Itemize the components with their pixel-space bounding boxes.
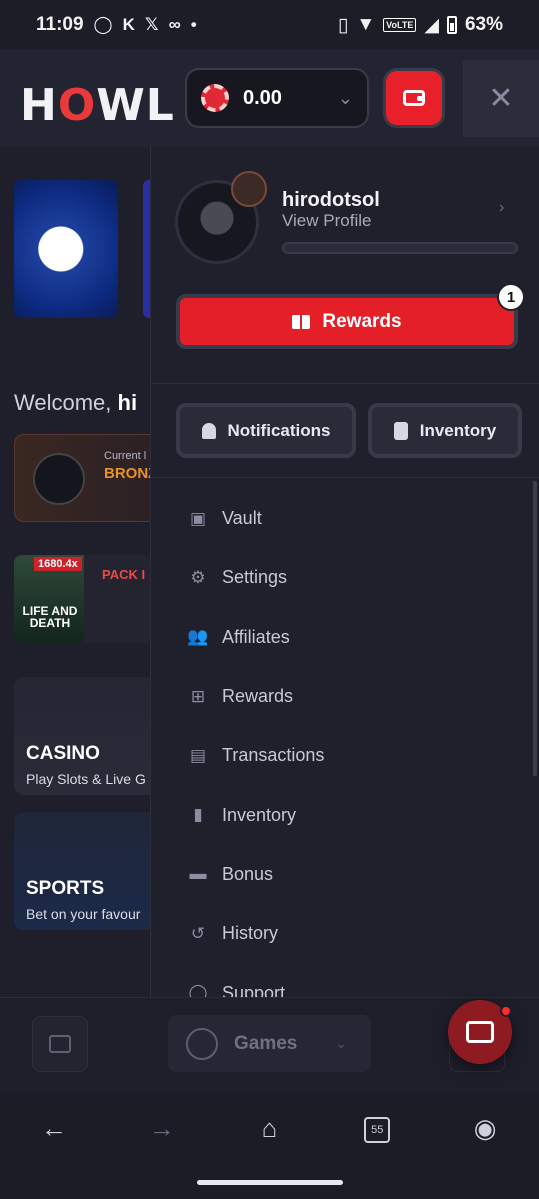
system-icons: ▯ ▼ VoLTE ◢ 63% [338, 14, 503, 37]
history-icon: ↺ [190, 923, 206, 943]
rewards-button-label: Rewards [322, 310, 402, 332]
drawer-scrollbar[interactable] [533, 481, 537, 776]
rank-badge-icon [231, 171, 267, 207]
chevron-right-icon[interactable]: › [499, 199, 504, 217]
game-title: LIFE AND DEATH [22, 604, 78, 630]
status-time: 11:09 [36, 14, 84, 35]
welcome-username: hi [117, 390, 138, 415]
signal-icon: ◢ [424, 14, 439, 36]
wallet-icon [403, 90, 425, 106]
bell-icon [201, 422, 216, 439]
kick-icon: K [122, 15, 135, 34]
vault-icon: ▣ [189, 508, 207, 528]
back-arrow-icon[interactable]: ← [24, 1113, 84, 1144]
close-icon: ✕ [488, 82, 514, 115]
home-icon[interactable]: ⌂ [239, 1113, 299, 1144]
profile-username[interactable]: hirodotsol [282, 189, 380, 212]
menu-item-bonus[interactable]: ▬ Bonus [151, 845, 539, 904]
games-button[interactable]: Games ⌄ [168, 1015, 371, 1072]
drawer-menu-list: ▣ Vault ⚙ Settings 👥 Affiliates ⊞ Rewards ▤ T… [151, 489, 539, 997]
unread-indicator [500, 1005, 512, 1017]
menu-item-affiliates[interactable]: 👥 Affiliates [151, 608, 539, 667]
rank-label: Current l [104, 450, 147, 462]
menu-item-transactions[interactable]: ▤ Transactions [151, 726, 539, 785]
pack-win-card[interactable]: 1680.4x LIFE AND DEATH PACK I [14, 555, 150, 643]
wallet-button[interactable] [383, 68, 445, 128]
users-icon: 👥 [187, 627, 209, 647]
howl-logo[interactable]: HOWL [20, 80, 175, 131]
whatsapp-icon: ◯ [93, 15, 113, 34]
battery-icon [446, 16, 457, 34]
gift-icon: ⊞ [190, 686, 206, 706]
rewards-count-badge: 1 [497, 283, 525, 311]
sports-title: SPORTS [26, 878, 105, 899]
balance-amount: 0.00 [243, 86, 282, 109]
home-page-background: Welcome, hi Current l BRONZ 1680.4x LIFE… [0, 147, 150, 997]
casino-title: CASINO [26, 743, 100, 764]
inventory-button[interactable]: Inventory [368, 403, 522, 458]
multiplier-badge: 1680.4x [34, 557, 82, 571]
account-icon[interactable]: ◉ [455, 1113, 515, 1144]
welcome-text: Welcome, hi [14, 390, 138, 415]
tabs-button[interactable]: 55 [347, 1113, 407, 1144]
battery-percent: 63% [464, 14, 503, 35]
gear-icon: ⚙ [190, 567, 206, 587]
rank-name: BRONZ [104, 465, 150, 482]
volte-badge: VoLTE [383, 18, 417, 32]
chat-button[interactable] [32, 1016, 88, 1072]
gift-icon [292, 310, 311, 329]
app-icon: ∞ [168, 15, 181, 34]
menu-item-vault[interactable]: ▣ Vault [151, 489, 539, 548]
x-icon: 𝕏 [144, 15, 159, 34]
dot-icon: • [190, 15, 197, 34]
vibrate-icon: ▯ [337, 14, 349, 36]
message-icon [466, 1021, 494, 1043]
backpack-icon: ▮ [193, 805, 203, 825]
sports-category-card[interactable]: SPORTS Bet on your favour [14, 812, 150, 930]
casino-subtitle: Play Slots & Live G [26, 771, 146, 787]
games-label: Games [234, 1032, 298, 1054]
backpack-icon [393, 421, 408, 440]
rewards-button[interactable]: Rewards [176, 294, 518, 349]
soccer-game-card[interactable] [14, 180, 118, 318]
menu-item-support[interactable]: ◯ Support [151, 963, 539, 997]
sports-subtitle: Bet on your favour [26, 906, 141, 922]
box-icon: ▬ [189, 864, 207, 884]
game-card[interactable] [143, 180, 150, 318]
divider [151, 477, 539, 478]
notifications-button-label: Notifications [227, 420, 331, 440]
chat-icon [49, 1035, 71, 1053]
close-menu-button[interactable]: ✕ [463, 60, 539, 137]
avatar [33, 453, 85, 505]
support-icon: ◯ [188, 983, 208, 997]
notifications-button[interactable]: Notifications [176, 403, 356, 458]
xp-progress-bar [282, 242, 518, 254]
chevron-down-icon: ⌄ [335, 1035, 347, 1051]
receipt-icon: ▤ [189, 745, 207, 765]
menu-item-inventory[interactable]: ▮ Inventory [151, 785, 539, 844]
divider [151, 383, 539, 384]
casino-chip-icon [201, 84, 229, 112]
app-header: HOWL 0.00 ⌄ ✕ [0, 50, 539, 147]
menu-item-rewards[interactable]: ⊞ Rewards [151, 667, 539, 726]
casino-category-card[interactable]: CASINO Play Slots & Live G [14, 677, 150, 795]
gesture-handle [197, 1180, 343, 1185]
chevron-down-icon: ⌄ [337, 87, 353, 108]
inventory-button-label: Inventory [419, 420, 497, 440]
view-profile-link[interactable]: View Profile [282, 211, 371, 231]
rank-card[interactable]: Current l BRONZ [14, 434, 150, 522]
status-bar: 11:09 ◯ K 𝕏 ∞ • ▯ ▼ VoLTE ◢ 63% [0, 0, 539, 50]
notification-icons: ◯ K 𝕏 ∞ • [94, 15, 197, 35]
pack-title: PACK I [102, 567, 146, 582]
gamepad-icon [186, 1027, 218, 1060]
tabs-count: 55 [364, 1117, 391, 1144]
game-thumbnail: 1680.4x LIFE AND DEATH [14, 555, 84, 643]
user-menu-drawer: hirodotsol View Profile › Rewards 1 Noti… [150, 147, 539, 997]
menu-item-history[interactable]: ↺ History [151, 904, 539, 963]
wifi-icon: ▼ [356, 14, 376, 35]
forward-arrow-icon[interactable]: → [132, 1113, 192, 1144]
menu-item-settings[interactable]: ⚙ Settings [151, 548, 539, 607]
balance-selector[interactable]: 0.00 ⌄ [185, 68, 369, 128]
